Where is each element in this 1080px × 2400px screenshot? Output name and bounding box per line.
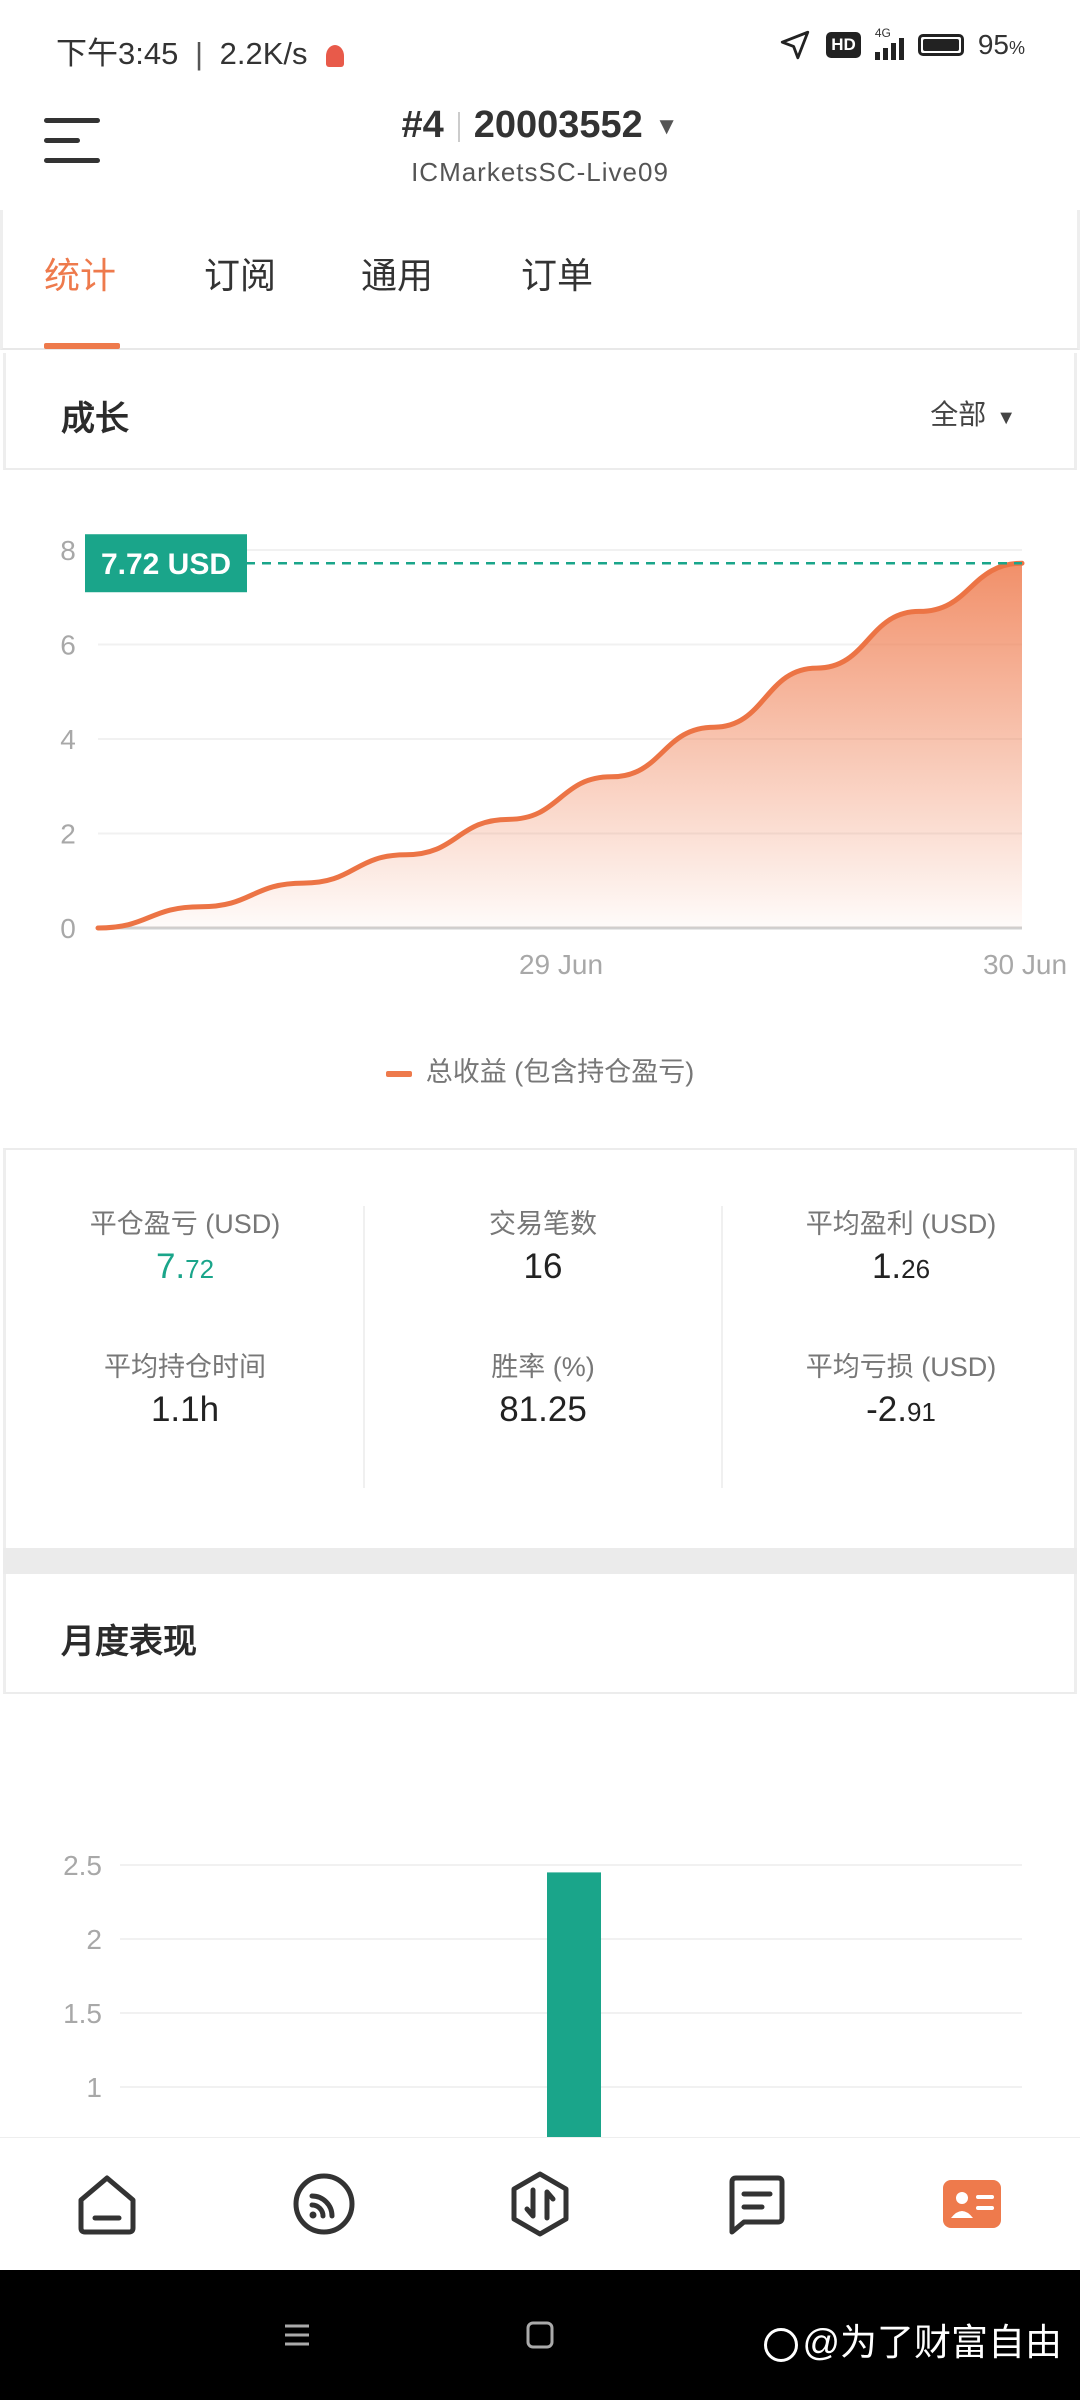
status-right: HD 4G 95%	[778, 26, 1025, 62]
trade-icon	[511, 2171, 569, 2237]
tab-statistics[interactable]: 统计	[44, 247, 116, 299]
nav-profile[interactable]	[938, 2170, 1006, 2238]
hd-badge: HD	[826, 32, 861, 58]
stat-avg-profit: 平均盈利 (USD) 1.26	[722, 1202, 1080, 1287]
network-speed: 2.2K/s	[219, 36, 308, 71]
menu-lines-icon[interactable]	[282, 2320, 312, 2350]
system-nav-bar: @为了财富自由	[0, 2270, 1080, 2400]
stat-value: 16	[523, 1247, 563, 1286]
growth-title: 成长	[61, 400, 129, 438]
stat-closed-pl: 平仓盈亏 (USD) 7.72	[6, 1202, 364, 1287]
signal-tag: 4G	[874, 26, 891, 40]
bottom-nav	[0, 2137, 1080, 2270]
chevron-down-icon: ▼	[654, 112, 679, 140]
stat-label: 平均持仓时间	[104, 1352, 266, 1382]
nav-trade[interactable]	[506, 2170, 574, 2238]
y-tick-label: 2.5	[63, 1850, 102, 1881]
watermark-logo-icon	[764, 2328, 799, 2363]
tab-general[interactable]: 通用	[361, 247, 433, 299]
y-tick-label: 2	[60, 819, 76, 850]
growth-area	[98, 563, 1022, 928]
nav-home[interactable]	[73, 2170, 141, 2238]
stat-value: 81.25	[499, 1390, 587, 1429]
legend-label: 总收益 (包含持仓盈亏)	[425, 1057, 695, 1087]
stat-value: 1.1h	[150, 1390, 220, 1429]
monthly-title: 月度表现	[61, 1623, 197, 1661]
y-tick-label: 1.5	[63, 1998, 102, 2029]
section-divider	[3, 1548, 1077, 1574]
home-icon	[78, 2175, 136, 2235]
feed-icon	[293, 2173, 355, 2235]
stat-label: 平均亏损 (USD)	[805, 1352, 997, 1382]
stat-label: 平仓盈亏 (USD)	[89, 1209, 281, 1239]
x-tick-label: 30 Jun	[983, 949, 1067, 980]
account-selector[interactable]: #4 20003552 ▼	[0, 104, 1080, 147]
stat-value: 1.26	[871, 1247, 931, 1286]
stat-avg-hold-time: 平均持仓时间 1.1h	[6, 1345, 364, 1430]
y-tick-label: 6	[60, 630, 76, 661]
growth-header: 成长 全部 ▼	[3, 353, 1077, 470]
status-left: 下午3:45 | 2.2K/s	[56, 28, 345, 73]
nav-feed[interactable]	[290, 2170, 358, 2238]
stat-label: 胜率 (%)	[491, 1352, 595, 1382]
status-time: 下午3:45	[56, 36, 179, 71]
growth-chart: 0 2 4 6 8 7.72 USD 29 Jun 30 Jun	[60, 534, 1067, 980]
growth-filter-value: 全部	[930, 399, 987, 430]
tab-orders[interactable]: 订单	[521, 247, 593, 299]
notification-icon	[326, 44, 345, 67]
active-tab-indicator	[44, 343, 120, 349]
growth-filter-dropdown[interactable]: 全部 ▼	[930, 393, 1016, 433]
location-arrow-icon	[781, 30, 810, 60]
watermark: @为了财富自由	[764, 2312, 1062, 2366]
stat-label: 交易笔数	[489, 1209, 597, 1239]
account-number: 20003552	[473, 104, 643, 146]
growth-legend: 总收益 (包含持仓盈亏)	[0, 1050, 1080, 1089]
y-tick-label: 4	[60, 724, 76, 755]
message-icon	[729, 2175, 785, 2235]
status-bar: 下午3:45 | 2.2K/s HD 4G 95%	[0, 0, 1080, 95]
tab-subscription[interactable]: 订阅	[204, 247, 276, 299]
y-tick-label: 2	[86, 1924, 102, 1955]
current-value-label: 7.72 USD	[101, 548, 231, 581]
stat-trade-count: 交易笔数 16	[364, 1202, 722, 1287]
nav-messages[interactable]	[722, 2170, 790, 2238]
x-tick-label: 29 Jun	[519, 949, 603, 980]
monthly-bar	[547, 1872, 601, 2140]
account-prefix: #4	[401, 104, 444, 146]
server-name: ICMarketsSC-Live09	[411, 157, 669, 187]
battery-icon	[917, 34, 964, 56]
monthly-header: 月度表现	[3, 1574, 1077, 1694]
stat-value: 7.72	[155, 1247, 215, 1286]
chevron-down-icon: ▼	[996, 407, 1016, 429]
legend-swatch	[385, 1070, 412, 1077]
y-tick-label: 1	[86, 2072, 102, 2103]
tab-bar: 统计 订阅 通用 订单	[0, 210, 1080, 350]
profile-card-icon	[943, 2180, 1001, 2228]
y-tick-label: 0	[60, 913, 76, 944]
battery-level: 95%	[977, 29, 1025, 60]
stats-grid: 平仓盈亏 (USD) 7.72 交易笔数 16 平均盈利 (USD) 1.26 …	[3, 1148, 1077, 1548]
signal-icon: 4G	[874, 26, 904, 60]
monthly-chart: 0.511.522.5	[63, 1850, 1022, 2140]
stat-value: -2.91	[866, 1390, 936, 1429]
y-tick-label: 8	[60, 535, 76, 566]
home-square-icon[interactable]	[525, 2320, 555, 2350]
stat-avg-loss: 平均亏损 (USD) -2.91	[722, 1345, 1080, 1430]
stat-win-rate: 胜率 (%) 81.25	[364, 1345, 722, 1430]
stat-label: 平均盈利 (USD)	[805, 1209, 997, 1239]
